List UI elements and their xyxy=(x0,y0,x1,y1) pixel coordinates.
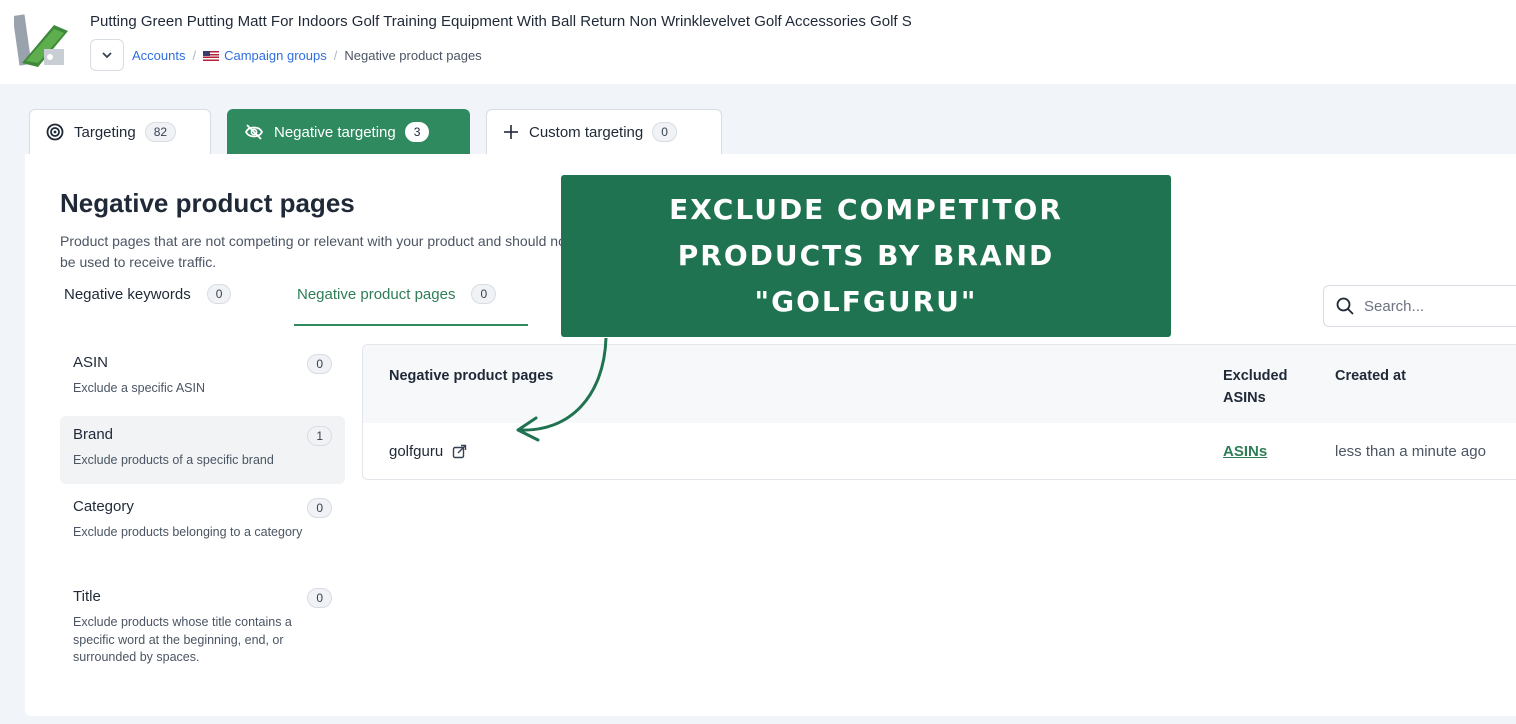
filter-count: 0 xyxy=(307,498,332,518)
subtab-negative-product-pages[interactable]: Negative product pages 0 xyxy=(297,284,497,304)
search-icon xyxy=(1336,297,1354,315)
product-thumbnail xyxy=(14,14,68,67)
product-title: Putting Green Putting Matt For Indoors G… xyxy=(90,13,912,30)
tab-negative-targeting-label: Negative targeting xyxy=(274,123,396,141)
filter-name: Category xyxy=(73,498,134,515)
tab-custom-targeting[interactable]: Custom targeting 0 xyxy=(486,109,722,154)
annotation-callout: Exclude competitor products by brand "go… xyxy=(561,175,1171,337)
filter-description: Exclude products of a specific brand xyxy=(73,453,274,467)
breadcrumb: Accounts / Campaign groups / Negative pr… xyxy=(90,39,486,71)
search-input[interactable] xyxy=(1364,297,1504,315)
tab-custom-targeting-count: 0 xyxy=(652,122,677,142)
page-description: Product pages that are not competing or … xyxy=(60,233,570,270)
filter-name: Brand xyxy=(73,426,114,443)
us-flag-icon xyxy=(203,50,220,61)
chevron-down-icon xyxy=(102,52,112,59)
breadcrumb-separator: / xyxy=(333,47,338,63)
plus-icon xyxy=(503,124,519,140)
column-header-excluded-asins[interactable]: Excluded ASINs xyxy=(1223,365,1303,409)
filter-description: Exclude a specific ASIN xyxy=(73,381,206,395)
filter-name: Title xyxy=(73,588,101,605)
tab-negative-targeting[interactable]: Negative targeting 3 xyxy=(227,109,470,154)
target-icon xyxy=(46,123,64,141)
subtab-negative-keywords[interactable]: Negative keywords 0 xyxy=(64,284,232,304)
tab-targeting-count: 82 xyxy=(144,122,177,142)
created-at-value: less than a minute ago xyxy=(1335,443,1486,460)
page-title: Negative product pages xyxy=(60,188,355,218)
breadcrumb-campaign-groups-link[interactable]: Campaign groups xyxy=(199,48,331,63)
excluded-asins-link[interactable]: ASINs xyxy=(1223,443,1267,460)
breadcrumb-separator: / xyxy=(192,47,197,63)
row-brand-name: golfguru xyxy=(389,443,444,460)
external-link-icon[interactable] xyxy=(452,444,467,459)
row-name-cell[interactable]: golfguru xyxy=(389,443,467,460)
active-subtab-indicator xyxy=(294,324,528,326)
search-box[interactable] xyxy=(1323,285,1516,327)
callout-arrow-icon xyxy=(516,337,608,442)
breadcrumb-accounts-link[interactable]: Accounts xyxy=(128,48,189,63)
filter-count: 0 xyxy=(307,354,332,374)
breadcrumb-toggle-button[interactable] xyxy=(90,39,124,71)
tab-targeting-label: Targeting xyxy=(74,123,136,141)
filter-name: ASIN xyxy=(73,354,109,371)
filter-count: 1 xyxy=(307,426,332,446)
filter-item-asin[interactable]: ASIN Exclude a specific ASIN 0 xyxy=(60,344,345,408)
tab-negative-targeting-count: 3 xyxy=(404,122,430,142)
filter-count: 0 xyxy=(307,588,332,608)
tab-custom-targeting-label: Custom targeting xyxy=(529,123,644,141)
filter-item-title[interactable]: Title Exclude products whose title conta… xyxy=(60,578,345,678)
column-header-created-at[interactable]: Created at xyxy=(1335,365,1406,387)
page-header: Putting Green Putting Matt For Indoors G… xyxy=(0,0,1516,84)
subtab-negative-product-pages-label: Negative product pages xyxy=(297,285,456,303)
filter-description: Exclude products whose title contains a … xyxy=(73,615,292,664)
eye-off-icon xyxy=(244,123,264,141)
breadcrumb-campaign-groups-label: Campaign groups xyxy=(224,47,327,63)
subtab-negative-product-pages-count: 0 xyxy=(471,284,497,304)
filter-item-category[interactable]: Category Exclude products belonging to a… xyxy=(60,488,345,570)
subtab-negative-keywords-label: Negative keywords xyxy=(64,285,191,303)
filter-item-brand[interactable]: Brand Exclude products of a specific bra… xyxy=(60,416,345,484)
subtab-negative-keywords-count: 0 xyxy=(206,284,232,304)
filter-description: Exclude products belonging to a category xyxy=(73,525,303,539)
tab-targeting[interactable]: Targeting 82 xyxy=(29,109,211,154)
breadcrumb-current: Negative product pages xyxy=(344,47,482,63)
